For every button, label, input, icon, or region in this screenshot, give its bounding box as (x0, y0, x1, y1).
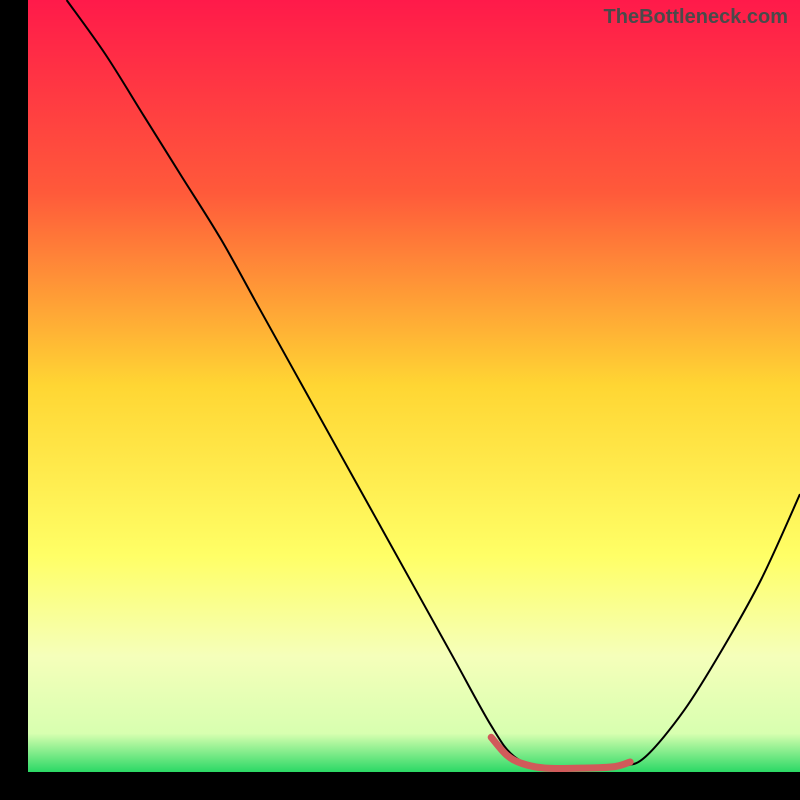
bottleneck-chart (0, 0, 800, 800)
chart-container (0, 0, 800, 800)
watermark-text: TheBottleneck.com (604, 6, 788, 29)
